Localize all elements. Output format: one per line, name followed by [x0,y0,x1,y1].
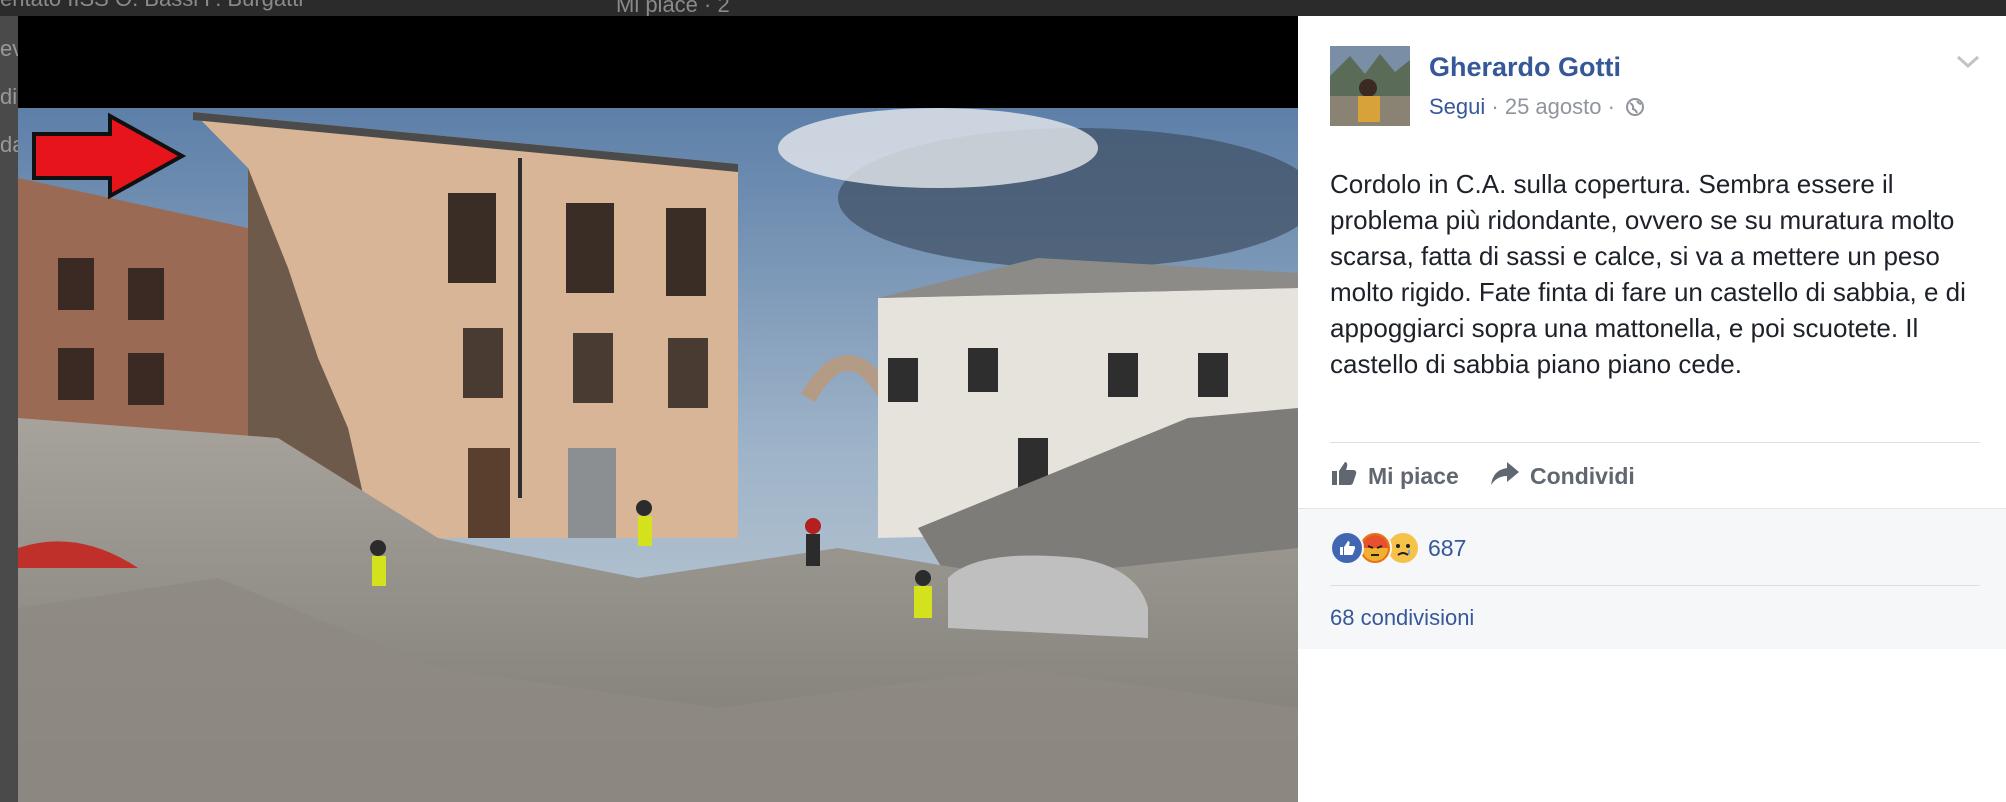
stats-divider [1330,585,1980,586]
photo-viewer[interactable] [18,16,1298,802]
shares-count[interactable]: 68 condivisioni [1330,605,1474,631]
post-date[interactable]: · 25 agosto · [1491,94,1615,119]
post-photo[interactable] [18,108,1298,802]
like-icon [1330,531,1364,565]
reactions-count[interactable]: 687 [1428,535,1466,562]
post-detail-panel: Gherardo Gotti Segui · 25 agosto · Cordo… [1298,16,2006,802]
avatar[interactable] [1330,46,1410,126]
background-text: di [0,84,18,109]
chevron-down-icon[interactable] [1954,52,1982,72]
earthquake-photo [18,108,1298,802]
globe-icon[interactable] [1625,97,1645,123]
post-meta: Segui · 25 agosto · [1429,94,1645,123]
share-button[interactable]: Condividi [1490,459,1635,493]
avatar-image [1330,46,1410,126]
follow-button[interactable]: Segui [1429,94,1485,119]
share-arrow-icon [1490,459,1520,493]
thumbs-up-icon [1330,459,1358,493]
background-text: entato IISS O. Bassi F. Burgatti [0,0,303,12]
post-stats: 687 68 condivisioni [1298,508,2006,649]
post-actions: Mi piace Condividi [1330,442,1980,513]
like-label: Mi piace [1368,462,1459,489]
post-author-name[interactable]: Gherardo Gotti [1429,52,1621,83]
share-label: Condividi [1530,462,1635,489]
reactions-summary[interactable]: 687 [1330,531,1466,565]
like-button[interactable]: Mi piace [1330,459,1459,493]
post-text: Cordolo in C.A. sulla copertura. Sembra … [1330,169,1966,379]
background-left-column: ev di da [0,16,24,802]
